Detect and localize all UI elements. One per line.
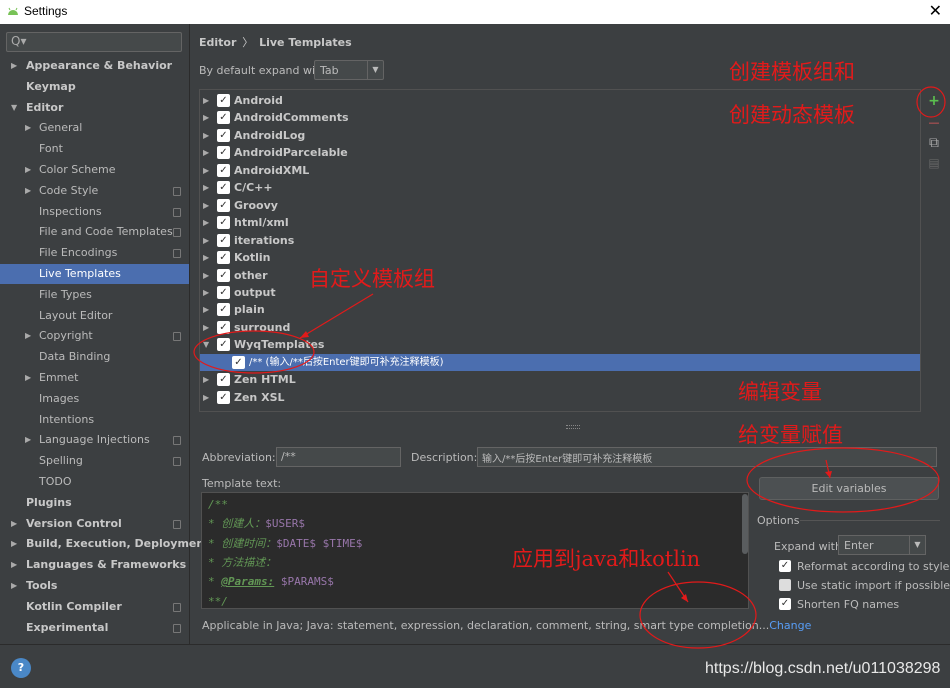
annotation-marks [193,86,946,649]
annotation-circle-editvars [746,447,940,513]
annotation-arrow-group [299,293,374,339]
annotation-arrowhead-group [300,331,309,338]
annotation-circle-change [639,581,757,649]
annotation-circle-group [193,330,315,374]
annotation-arrowhead-editvars [825,471,832,478]
annotation-arrowhead-change [681,594,688,602]
annotation-circle-add [916,86,946,118]
